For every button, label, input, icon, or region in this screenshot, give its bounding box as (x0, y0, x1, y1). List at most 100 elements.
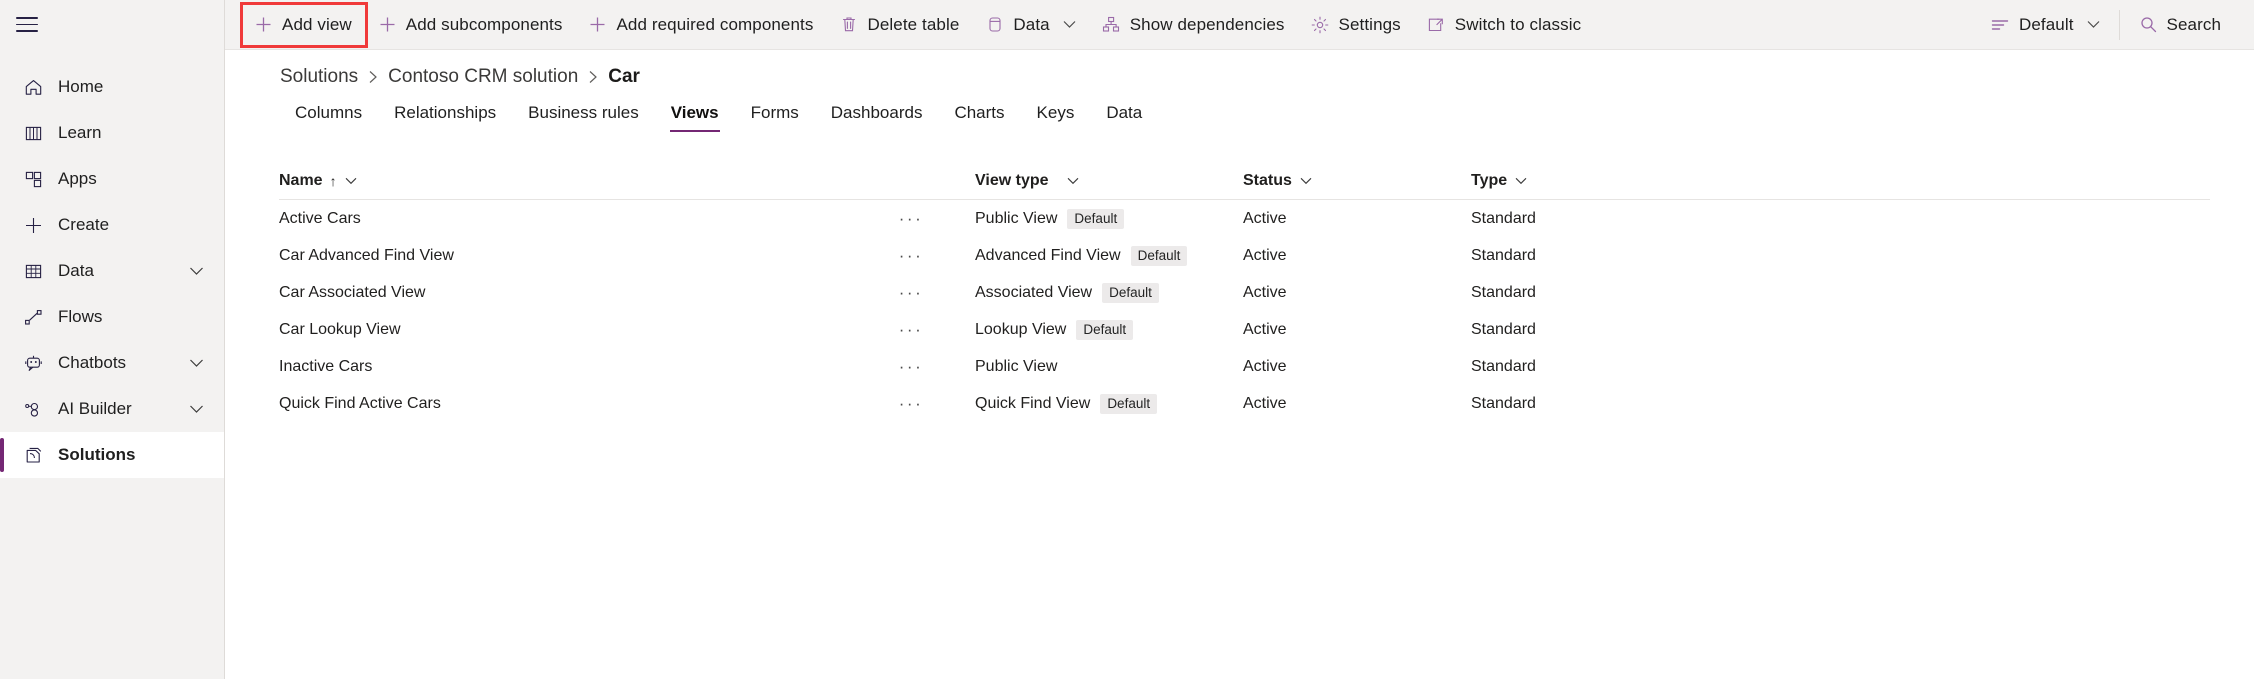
cell-view-name[interactable]: Car Associated View (279, 284, 897, 302)
tab-keys[interactable]: Keys (1021, 103, 1091, 132)
table-row[interactable]: Car Lookup View··· Lookup ViewDefaultActi… (279, 311, 2210, 348)
chevron-down-icon[interactable] (189, 266, 204, 276)
add-view-button[interactable]: Add view (241, 4, 365, 46)
sidebar-item-create[interactable]: Create (0, 202, 224, 248)
column-header-view-type[interactable]: View type (975, 172, 1243, 190)
breadcrumb-item-car: Car (608, 66, 640, 88)
data-menu-button[interactable]: Data (972, 4, 1088, 46)
view-type-label: Associated View (975, 284, 1092, 302)
sidebar-item-learn[interactable]: Learn (0, 110, 224, 156)
open-in-new-icon (1427, 15, 1446, 34)
table-icon (22, 260, 44, 282)
cell-type: Standard (1471, 358, 2210, 376)
tab-dashboards[interactable]: Dashboards (815, 103, 939, 132)
cell-view-type: Lookup ViewDefault (975, 320, 1243, 340)
cell-view-name[interactable]: Active Cars (279, 210, 897, 228)
tab-data[interactable]: Data (1090, 103, 1158, 132)
app-body: Home Learn (0, 50, 2254, 679)
add-subcomponents-button[interactable]: Add subcomponents (365, 4, 576, 46)
cell-view-type: Public View Default (975, 209, 1243, 229)
hierarchy-icon (1102, 15, 1121, 34)
plus-icon (254, 15, 273, 34)
sidebar-item-apps[interactable]: Apps (0, 156, 224, 202)
table-row[interactable]: Car Advanced Find View···Advanced Find V… (279, 237, 2210, 274)
more-options-icon[interactable]: ··· (897, 281, 925, 305)
more-options-icon[interactable]: ··· (897, 207, 925, 231)
more-options-icon[interactable]: ··· (897, 392, 925, 416)
sidebar-item-label: Apps (58, 169, 97, 189)
gear-icon (1311, 15, 1330, 34)
table-row[interactable]: Quick Find Active Cars··· Quick Find View… (279, 385, 2210, 422)
more-options-icon[interactable]: ··· (897, 355, 925, 379)
chevron-down-icon[interactable] (1067, 177, 1079, 185)
table-row[interactable]: Car Associated View···Associated ViewDef… (279, 274, 2210, 311)
top-bar-right-tools: Default Search (1978, 0, 2254, 50)
plus-icon (378, 15, 397, 34)
entity-tabs: Columns Relationships Business rules Vie… (225, 88, 2254, 132)
hamburger-icon[interactable] (14, 12, 40, 38)
breadcrumb-item-contoso-crm-solution[interactable]: Contoso CRM solution (388, 66, 578, 88)
more-options-icon[interactable]: ··· (897, 318, 925, 342)
cell-view-name[interactable]: Car Advanced Find View (279, 247, 897, 265)
list-icon (1991, 15, 2010, 34)
show-dependencies-button[interactable]: Show dependencies (1089, 4, 1298, 46)
view-selector-button[interactable]: Default (1978, 4, 2113, 46)
cell-view-name[interactable]: Quick Find Active Cars (279, 395, 897, 413)
chevron-down-icon (2087, 20, 2100, 29)
add-required-components-button[interactable]: Add required components (575, 4, 826, 46)
more-options-icon[interactable]: ··· (897, 244, 925, 268)
default-badge: Default (1100, 394, 1157, 414)
tab-business-rules[interactable]: Business rules (512, 103, 655, 132)
sidebar-item-label: Home (58, 77, 103, 97)
sidebar-item-flows[interactable]: Flows (0, 294, 224, 340)
breadcrumb-item-solutions[interactable]: Solutions (280, 66, 358, 88)
tab-views[interactable]: Views (655, 103, 735, 132)
tab-charts[interactable]: Charts (938, 103, 1020, 132)
plus-icon (588, 15, 607, 34)
tab-relationships[interactable]: Relationships (378, 103, 512, 132)
tab-columns[interactable]: Columns (279, 103, 378, 132)
settings-button[interactable]: Settings (1298, 4, 1414, 46)
cell-context-menu: ··· (897, 244, 975, 268)
table-row[interactable]: Inactive Cars···Public ViewActiveStandar… (279, 348, 2210, 385)
sidebar-item-label: Chatbots (58, 353, 126, 373)
sidebar-item-label: Flows (58, 307, 102, 327)
table-row[interactable]: Active Cars···Public ViewDefaultActiveSt… (279, 200, 2210, 237)
column-header-status[interactable]: Status (1243, 172, 1471, 190)
cell-status: Active (1243, 284, 1471, 302)
sidebar-item-ai-builder[interactable]: AI Builder (0, 386, 224, 432)
chevron-down-icon (1063, 20, 1076, 29)
switch-to-classic-button[interactable]: Switch to classic (1414, 4, 1594, 46)
default-badge: Default (1076, 320, 1133, 340)
sidebar-item-home[interactable]: Home (0, 64, 224, 110)
cell-context-menu: ··· (897, 281, 975, 305)
sidebar-item-solutions[interactable]: Solutions (0, 432, 224, 478)
cell-view-name[interactable]: Car Lookup View (279, 321, 897, 339)
chevron-right-icon (368, 70, 378, 84)
delete-table-button[interactable]: Delete table (826, 4, 972, 46)
search-button[interactable]: Search (2126, 4, 2234, 46)
table-body: Active Cars···Public ViewDefaultActiveSt… (279, 200, 2210, 422)
cell-view-type: Quick Find ViewDefault (975, 394, 1243, 414)
view-type-label: Public View (975, 358, 1057, 376)
sidebar-item-data[interactable]: Data (0, 248, 224, 294)
settings-label: Settings (1339, 15, 1401, 35)
chevron-down-icon[interactable] (1300, 177, 1312, 185)
toolbar-divider (2119, 10, 2120, 40)
chevron-down-icon[interactable] (1515, 177, 1527, 185)
cell-status: Active (1243, 321, 1471, 339)
cell-view-name[interactable]: Inactive Cars (279, 358, 897, 376)
chevron-down-icon[interactable] (189, 404, 204, 414)
apps-grid-icon (22, 168, 44, 190)
solutions-icon (22, 444, 44, 466)
chevron-down-icon[interactable] (345, 177, 357, 185)
sidebar-item-chatbots[interactable]: Chatbots (0, 340, 224, 386)
tab-forms[interactable]: Forms (735, 103, 815, 132)
sort-ascending-icon: ↑ (330, 173, 337, 189)
column-header-name[interactable]: Name ↑ (279, 172, 897, 190)
cell-context-menu: ··· (897, 318, 975, 342)
view-type-label: Public View (975, 210, 1057, 228)
default-badge: Default (1067, 209, 1124, 229)
chevron-down-icon[interactable] (189, 358, 204, 368)
column-header-type[interactable]: Type (1471, 172, 2210, 190)
